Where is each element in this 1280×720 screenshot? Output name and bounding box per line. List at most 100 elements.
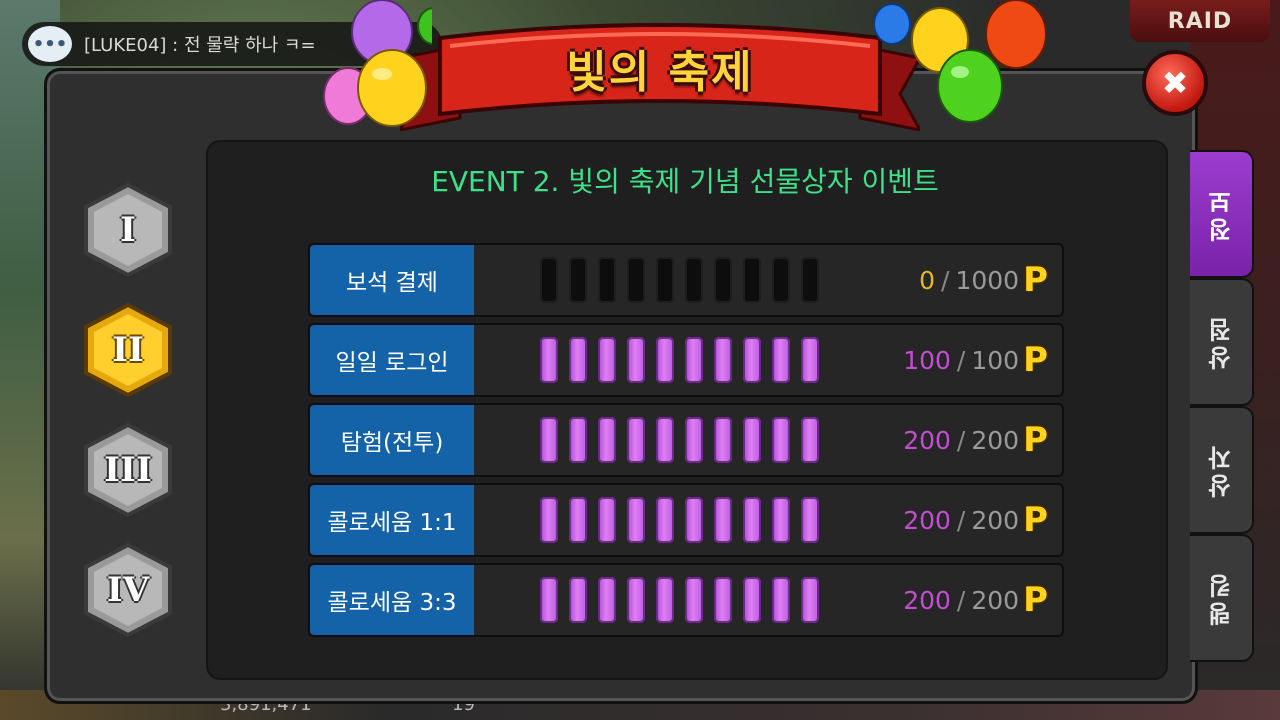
progress-segment bbox=[714, 417, 732, 463]
score-max: 200 bbox=[971, 585, 1020, 615]
progress-bars bbox=[540, 497, 819, 543]
progress-segment bbox=[627, 497, 645, 543]
progress-segment bbox=[685, 497, 703, 543]
score-max: 1000 bbox=[955, 265, 1020, 295]
balloons-right-icon bbox=[873, 0, 1046, 123]
progress-segment bbox=[598, 497, 616, 543]
progress-bars bbox=[540, 337, 819, 383]
progress-segment bbox=[801, 577, 819, 623]
score-separator: / bbox=[956, 345, 966, 375]
progress-segment bbox=[656, 257, 674, 303]
close-icon: ✖ bbox=[1161, 64, 1189, 102]
progress-segment bbox=[743, 577, 761, 623]
score-max: 100 bbox=[971, 345, 1020, 375]
close-button[interactable]: ✖ bbox=[1142, 50, 1208, 116]
tier-3-button[interactable]: III bbox=[80, 422, 176, 518]
page-title: 빛의 축제 bbox=[566, 47, 754, 98]
progress-row-exploration: 탐험(전투) 200 / 200 P bbox=[308, 403, 1064, 477]
row-score: 200 / 200 P bbox=[903, 420, 1048, 460]
row-score: 200 / 200 P bbox=[903, 500, 1048, 540]
row-label: 콜로세움 1:1 bbox=[310, 485, 474, 555]
title-ribbon: 빛의 축제 bbox=[397, 18, 923, 136]
row-score: 0 / 1000 P bbox=[919, 260, 1048, 300]
tab-label: 랭킹 bbox=[1207, 570, 1236, 626]
progress-segment bbox=[772, 257, 790, 303]
point-icon: P bbox=[1023, 420, 1048, 460]
point-icon: P bbox=[1023, 260, 1048, 300]
event-title: EVENT 2. 빛의 축제 기념 선물상자 이벤트 bbox=[431, 165, 939, 198]
progress-segment bbox=[714, 257, 732, 303]
progress-segment bbox=[598, 337, 616, 383]
progress-segment bbox=[569, 337, 587, 383]
progress-segment bbox=[598, 417, 616, 463]
tier-label: III bbox=[104, 450, 152, 490]
tier-label: I bbox=[120, 210, 136, 250]
progress-segment bbox=[598, 257, 616, 303]
progress-segment bbox=[801, 337, 819, 383]
score-max: 200 bbox=[971, 505, 1020, 535]
progress-segment bbox=[540, 417, 558, 463]
chat-message: [LUKE04] : 전 물략 하나 ㅋ= bbox=[84, 35, 316, 56]
progress-segment bbox=[540, 577, 558, 623]
point-icon: P bbox=[1023, 580, 1048, 620]
row-label: 탐험(전투) bbox=[310, 405, 474, 475]
score-current: 200 bbox=[903, 505, 951, 535]
progress-segment bbox=[685, 257, 703, 303]
tier-4-button[interactable]: IV bbox=[80, 542, 176, 638]
progress-segment bbox=[569, 497, 587, 543]
progress-segment bbox=[656, 497, 674, 543]
point-icon: P bbox=[1023, 500, 1048, 540]
score-current: 200 bbox=[903, 585, 951, 615]
progress-segment bbox=[540, 337, 558, 383]
progress-bars bbox=[540, 577, 819, 623]
progress-segment bbox=[540, 257, 558, 303]
row-score: 200 / 200 P bbox=[903, 580, 1048, 620]
progress-segment bbox=[627, 337, 645, 383]
progress-segment bbox=[656, 577, 674, 623]
progress-bars bbox=[540, 257, 819, 303]
tab-box[interactable]: 상자 bbox=[1190, 406, 1254, 534]
progress-segment bbox=[801, 257, 819, 303]
tab-label: 상점 bbox=[1207, 314, 1236, 370]
score-current: 0 bbox=[919, 265, 936, 295]
tab-ranking[interactable]: 랭킹 bbox=[1190, 534, 1254, 662]
tier-2-button[interactable]: II bbox=[80, 302, 176, 398]
progress-segment bbox=[569, 577, 587, 623]
chat-bubble-icon[interactable]: ••• bbox=[28, 26, 72, 62]
progress-row-colosseum-3v3: 콜로세움 3:3 200 / 200 P bbox=[308, 563, 1064, 637]
point-icon: P bbox=[1023, 340, 1048, 380]
progress-segment bbox=[685, 577, 703, 623]
tab-shop[interactable]: 상점 bbox=[1190, 278, 1254, 406]
score-separator: / bbox=[956, 505, 966, 535]
raid-button[interactable]: RAID bbox=[1130, 0, 1270, 42]
score-current: 200 bbox=[903, 425, 951, 455]
progress-segment bbox=[772, 417, 790, 463]
progress-segment bbox=[598, 577, 616, 623]
progress-segment bbox=[627, 577, 645, 623]
progress-segment bbox=[714, 577, 732, 623]
tab-info[interactable]: 정보 bbox=[1190, 150, 1254, 278]
row-label: 콜로세움 3:3 bbox=[310, 565, 474, 635]
row-label: 일일 로그인 bbox=[310, 325, 474, 395]
progress-segment bbox=[656, 337, 674, 383]
progress-segment bbox=[743, 257, 761, 303]
tier-label: II bbox=[112, 330, 144, 370]
progress-segment bbox=[772, 497, 790, 543]
progress-segment bbox=[685, 337, 703, 383]
progress-segment bbox=[743, 417, 761, 463]
progress-row-daily-login: 일일 로그인 100 / 100 P bbox=[308, 323, 1064, 397]
score-separator: / bbox=[941, 265, 950, 295]
progress-segment bbox=[685, 417, 703, 463]
progress-segment bbox=[743, 337, 761, 383]
tier-1-button[interactable]: I bbox=[80, 182, 176, 278]
progress-segment bbox=[743, 497, 761, 543]
balloons-left-icon bbox=[323, 0, 432, 127]
progress-segment bbox=[801, 497, 819, 543]
score-separator: / bbox=[956, 585, 966, 615]
progress-bars bbox=[540, 417, 819, 463]
progress-row-colosseum-1v1: 콜로세움 1:1 200 / 200 P bbox=[308, 483, 1064, 557]
row-score: 100 / 100 P bbox=[903, 340, 1048, 380]
progress-segment bbox=[714, 337, 732, 383]
progress-segment bbox=[569, 417, 587, 463]
score-current: 100 bbox=[903, 345, 951, 375]
